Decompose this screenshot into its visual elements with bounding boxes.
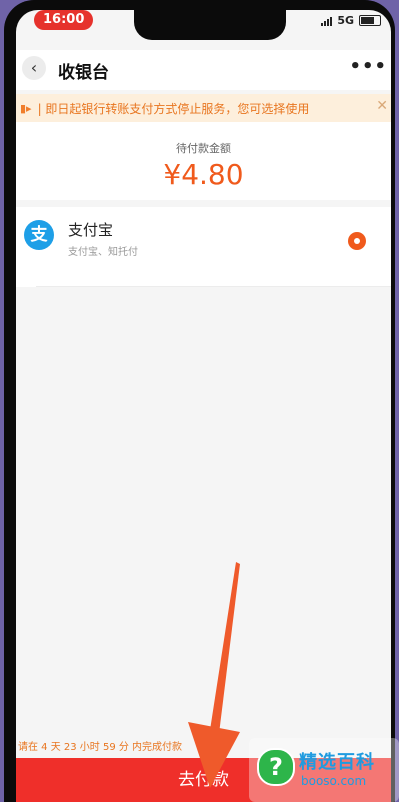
status-time: 16:00 [34, 10, 94, 30]
close-icon[interactable]: ✕ [376, 98, 388, 114]
notice-banner: ▮▸ | 即日起银行转账支付方式停止服务，您可选择使用 ✕ [16, 94, 391, 122]
countdown-text: 请在 4 天 23 小时 59 分 内完成付款 [18, 742, 183, 753]
notice-text: | 即日起银行转账支付方式停止服务，您可选择使用 [37, 101, 310, 116]
phone-frame: 16:00 5G ‹ 收银台 ••• ▮▸ | 即日起银行转账支付方式停止服务，… [4, 0, 395, 802]
divider [36, 286, 391, 287]
payment-option-alipay[interactable]: 支 支付宝 支付宝、知托付 [16, 207, 391, 287]
page-title: 收银台 [58, 63, 109, 83]
amount-card: 待付款金额 ¥4.80 [16, 122, 391, 200]
nav-header: ‹ 收银台 ••• [16, 50, 391, 90]
payment-subtitle: 支付宝、知托付 [68, 247, 138, 258]
speaker-icon: ▮▸ [20, 101, 32, 115]
more-menu-button[interactable]: ••• [349, 56, 387, 77]
radio-selected-icon[interactable] [348, 232, 366, 250]
amount-value: ¥4.80 [163, 158, 244, 191]
watermark-title: 精选百科 [299, 752, 375, 773]
payment-name: 支付宝 [68, 221, 114, 239]
screen: 16:00 5G ‹ 收银台 ••• ▮▸ | 即日起银行转账支付方式停止服务，… [16, 10, 391, 802]
alipay-icon: 支 [24, 220, 54, 250]
watermark-logo: ? 精选百科 booso.com [243, 738, 399, 802]
back-button[interactable]: ‹ [22, 56, 46, 80]
amount-label: 待付款金额 [176, 142, 231, 155]
signal-icon [321, 16, 333, 26]
battery-icon [359, 15, 381, 26]
status-indicators: 5G [321, 14, 381, 27]
network-label: 5G [337, 14, 354, 27]
notch [134, 10, 286, 40]
watermark-url: booso.com [301, 774, 367, 788]
question-mark-icon: ? [257, 748, 295, 786]
